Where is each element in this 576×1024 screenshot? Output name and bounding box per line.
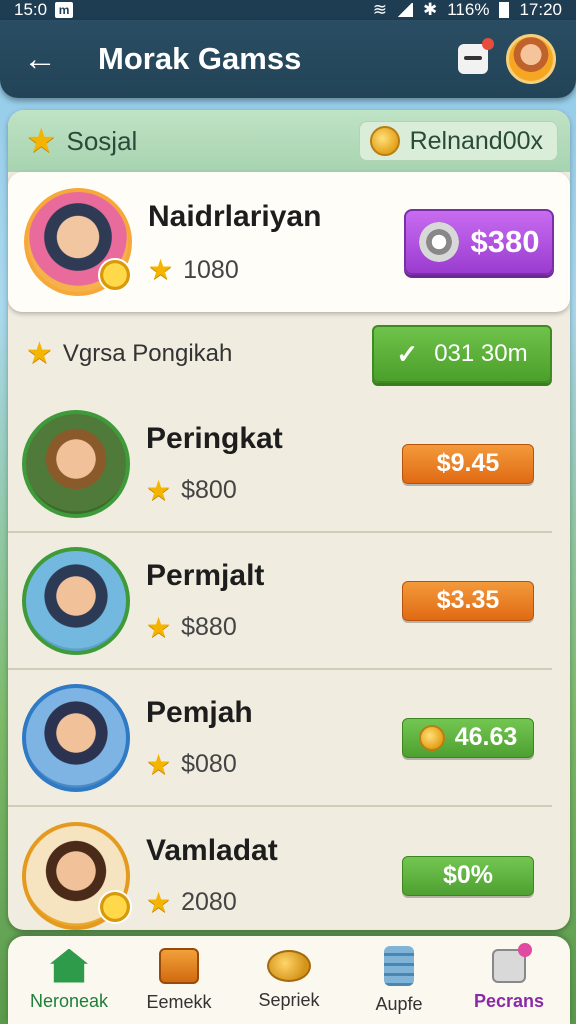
rocket-star-icon: ★	[148, 254, 174, 285]
back-arrow-icon[interactable]: ←	[20, 39, 60, 79]
featured-buy-button[interactable]: $380	[404, 209, 554, 275]
nav-label: Sepriek	[258, 989, 320, 1010]
page-title: Morak Gamss	[98, 41, 302, 76]
star-icon: ★	[146, 748, 172, 780]
gold-coin-badge-icon	[98, 889, 132, 924]
status-bar: 15:0 m ≋ ✱ 116% 17:20	[0, 0, 576, 20]
featured-player-score: 1080	[183, 255, 239, 284]
star-icon: ★	[26, 122, 57, 160]
dice-icon	[492, 942, 532, 983]
battery-icon	[499, 2, 510, 18]
price-button[interactable]: 46.63	[402, 717, 534, 758]
player-name: Pemjah	[146, 696, 253, 729]
notification-bell-icon[interactable]	[458, 38, 494, 74]
nav-label: Pecrans	[473, 990, 545, 1011]
treasure-chest-icon	[159, 947, 199, 984]
list-item[interactable]: Vamladat ★ 2080 $0%	[8, 807, 552, 930]
timer-value: 031 30m	[434, 340, 528, 367]
player-score: $800	[181, 476, 237, 504]
player-avatar	[22, 821, 132, 930]
list-item[interactable]: Peringkat ★ $800 $9.45	[8, 396, 552, 533]
battery-level: 116%	[447, 0, 490, 19]
nav-item-stack[interactable]: Aupfe	[347, 945, 452, 1015]
check-icon: ✓	[396, 338, 419, 369]
nav-item-dice[interactable]: Pecrans	[457, 942, 562, 1012]
star-icon: ★	[146, 474, 172, 506]
status-time-right: 17:20	[519, 0, 562, 19]
list-item[interactable]: Permjalt ★ $880 $3.35	[8, 533, 552, 670]
coin-stack-icon	[384, 945, 414, 986]
price-value: $0%	[442, 861, 494, 889]
price-value: 46.63	[454, 723, 518, 751]
featured-player-card[interactable]: Naidrlariyan ★ 1080 $380	[8, 172, 570, 312]
section-header: ★ Sosjal Relnand00x	[8, 110, 570, 172]
player-avatar	[22, 546, 130, 655]
list-item[interactable]: Pemjah ★ $080 46.63	[8, 670, 552, 807]
nav-item-home[interactable]: Neroneak	[17, 948, 122, 1012]
coins-icon	[267, 949, 311, 982]
nav-item-chest[interactable]: Eemekk	[127, 947, 232, 1013]
player-score: 2080	[181, 888, 237, 916]
sparkle-star-icon: ★	[26, 337, 53, 370]
player-list: Peringkat ★ $800 $9.45 Permjalt ★ $880 $	[8, 396, 570, 930]
coin-icon	[369, 126, 400, 156]
signal-icon	[396, 3, 413, 17]
bottom-nav: Neroneak Eemekk Sepriek Aupfe Pecrans	[8, 936, 570, 1024]
price-button[interactable]: $9.45	[402, 443, 534, 484]
wifi-icon: ≋	[372, 0, 387, 19]
featured-price: $380	[470, 224, 540, 259]
nav-item-coins[interactable]: Sepriek	[237, 949, 342, 1011]
featured-player-name: Naidrlariyan	[148, 199, 322, 233]
leaderboard-panel: ★ Sosjal Relnand00x Naidrlariyan ★ 1080 …	[8, 110, 570, 930]
app-header: ← Morak Gamss	[0, 20, 576, 98]
player-score: $080	[181, 750, 237, 778]
price-value: $3.35	[436, 586, 500, 614]
player-name: Peringkat	[146, 422, 283, 455]
home-icon	[50, 948, 88, 983]
app-notification-icon: m	[55, 2, 74, 18]
price-button[interactable]: $0%	[402, 855, 534, 896]
featured-player-avatar	[24, 188, 132, 296]
player-avatar	[22, 409, 130, 518]
gold-star-badge-icon	[98, 258, 132, 292]
bluetooth-icon: ✱	[422, 0, 438, 19]
status-time-left: 15:0	[14, 0, 48, 19]
player-avatar	[22, 683, 130, 792]
rocket-star-icon: ★	[146, 611, 172, 643]
player-name: Vamladat	[146, 834, 278, 867]
reward-text: Relnand00x	[409, 126, 543, 155]
price-button[interactable]: $3.35	[402, 580, 534, 621]
player-name: Permjalt	[146, 559, 265, 592]
coin-icon	[418, 724, 445, 751]
reward-chip[interactable]: Relnand00x	[358, 121, 558, 161]
dial-icon	[418, 222, 459, 262]
nav-label: Aupfe	[375, 993, 423, 1014]
timer-button[interactable]: ✓ 031 30m	[372, 325, 552, 383]
section-title: Sosjal	[66, 125, 138, 156]
ranking-header: ★ Vgrsa Pongikah ✓ 031 30m	[8, 312, 570, 396]
player-score: $880	[181, 613, 237, 641]
nav-label: Eemekk	[146, 991, 212, 1012]
price-value: $9.45	[436, 449, 500, 477]
ranking-title: Vgrsa Pongikah	[62, 340, 233, 367]
rocket-star-icon: ★	[146, 886, 172, 918]
profile-avatar[interactable]	[506, 34, 556, 84]
nav-label: Neroneak	[29, 990, 109, 1011]
